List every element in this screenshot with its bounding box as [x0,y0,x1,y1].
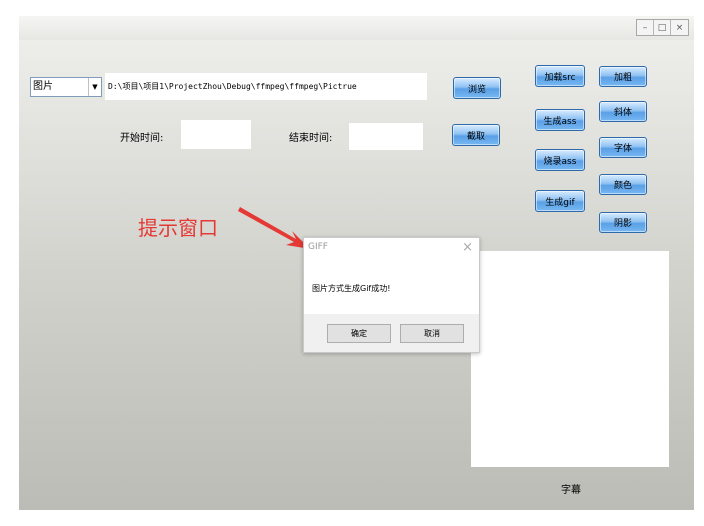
gen-ass-button[interactable]: 生成ass [535,109,585,131]
start-time-label: 开始时间: [120,133,164,144]
screenshot-stage: – □ × 图片 ▼ D:\项目\项目1\ProjectZhou\Debug\f… [0,0,704,526]
browse-button[interactable]: 浏览 [453,77,501,99]
color-button[interactable]: 颜色 [599,174,647,195]
subtitle-label: 字幕 [561,485,581,496]
message-dialog: GIFF × 图片方式生成Gif成功! 确定 取消 [303,237,480,353]
burn-ass-button[interactable]: 烧录ass [535,149,585,171]
dropdown-arrow-icon[interactable]: ▼ [88,78,101,96]
dialog-message: 图片方式生成Gif成功! [312,284,391,293]
dialog-close-icon[interactable]: × [462,240,473,255]
dialog-footer: 确定 取消 [304,314,479,352]
cancel-button[interactable]: 取消 [400,324,464,343]
gen-gif-button[interactable]: 生成gif [535,190,585,212]
shadow-button[interactable]: 阴影 [599,212,647,233]
minimize-icon[interactable]: – [637,20,654,35]
annotation-arrow-icon [238,207,310,249]
maximize-icon[interactable]: □ [654,20,671,35]
title-bar: – □ × [19,16,694,40]
end-time-input[interactable] [349,123,423,150]
font-button[interactable]: 字体 [599,137,647,158]
end-time-label: 结束时间: [289,133,333,144]
load-src-button[interactable]: 加载src [535,65,585,87]
window-controls: – □ × [636,19,689,36]
start-time-input[interactable] [181,120,251,149]
source-type-select[interactable]: 图片 ▼ [30,77,102,97]
close-icon[interactable]: × [671,20,688,35]
dialog-title: GIFF [308,242,328,252]
subtitle-panel[interactable] [471,251,669,467]
annotation-text: 提示窗口 [138,216,218,240]
path-input[interactable]: D:\项目\项目1\ProjectZhou\Debug\ffmpeg\ffmpe… [105,73,427,100]
capture-button[interactable]: 截取 [452,124,500,146]
source-type-value: 图片 [33,81,53,92]
ok-button[interactable]: 确定 [327,324,391,343]
bold-button[interactable]: 加粗 [599,66,647,87]
italic-button[interactable]: 斜体 [599,101,647,122]
